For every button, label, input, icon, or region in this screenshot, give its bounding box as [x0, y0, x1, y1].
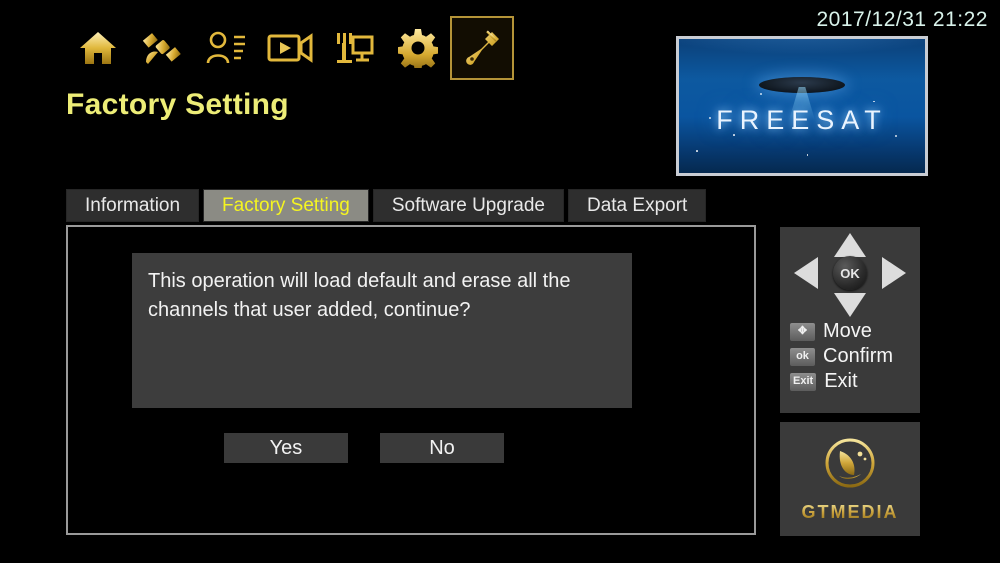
- brand-logo-panel: GTMEDIA: [780, 422, 920, 536]
- brand-name: GTMEDIA: [801, 502, 899, 522]
- nav-satellite[interactable]: [130, 16, 194, 80]
- exit-key-icon: Exit: [790, 372, 817, 391]
- preview-brand-text: FREESAT: [716, 104, 888, 135]
- nav-display[interactable]: [322, 16, 386, 80]
- help-label-confirm: Confirm: [823, 345, 894, 367]
- help-row-move: ✥ Move: [780, 319, 920, 344]
- clock: 2017/12/31 21:22: [816, 8, 988, 31]
- wrench-icon: [462, 29, 502, 67]
- satellite-icon: [142, 28, 182, 68]
- gtmedia-dish-icon: [822, 435, 878, 496]
- tv-settings-screen: 2017/12/31 21:22 Factory Setting FREESAT…: [0, 0, 1000, 563]
- user-list-icon: [205, 29, 247, 67]
- tab-data-export[interactable]: Data Export: [567, 189, 707, 222]
- nav-channel-list[interactable]: [194, 16, 258, 80]
- nav-home[interactable]: [66, 16, 130, 80]
- content-panel: This operation will load default and era…: [66, 225, 756, 535]
- help-label-move: Move: [823, 320, 872, 342]
- tab-factory-setting[interactable]: Factory Setting: [203, 189, 369, 222]
- help-label-exit: Exit: [824, 370, 858, 392]
- remote-help-panel: OK ✥ Move ok Confirm Exit Exit: [780, 227, 920, 413]
- help-row-confirm: ok Confirm: [780, 344, 920, 369]
- main-nav-iconbar: [66, 16, 514, 80]
- nav-settings[interactable]: [386, 16, 450, 80]
- dpad-down-icon[interactable]: [834, 293, 866, 317]
- nav-media[interactable]: [258, 16, 322, 80]
- yes-button[interactable]: Yes: [224, 433, 348, 463]
- help-row-exit: Exit Exit: [780, 369, 920, 394]
- dpad-graphic[interactable]: OK: [780, 227, 920, 319]
- home-icon: [78, 29, 118, 67]
- tab-bar: Information Factory Setting Software Upg…: [66, 189, 707, 222]
- gear-icon: [398, 28, 438, 68]
- video-preview-window[interactable]: FREESAT: [676, 36, 928, 176]
- dpad-left-icon[interactable]: [794, 257, 818, 289]
- tab-software-upgrade[interactable]: Software Upgrade: [372, 189, 564, 222]
- monitor-antenna-icon: [333, 29, 375, 67]
- ok-key-icon: ok: [790, 347, 815, 366]
- page-title: Factory Setting: [66, 88, 289, 121]
- confirmation-message-text: This operation will load default and era…: [148, 270, 571, 321]
- no-button[interactable]: No: [380, 433, 504, 463]
- arrows-key-icon: ✥: [790, 322, 815, 341]
- dpad-up-icon[interactable]: [834, 233, 866, 257]
- confirmation-message-box: This operation will load default and era…: [132, 253, 632, 408]
- dpad-right-icon[interactable]: [882, 257, 906, 289]
- tab-information[interactable]: Information: [66, 189, 200, 222]
- video-camera-icon: [267, 31, 313, 65]
- nav-tools[interactable]: [450, 16, 514, 80]
- dialog-button-row: Yes No: [224, 433, 504, 463]
- ufo-graphic: [759, 76, 845, 93]
- dpad-ok-button[interactable]: OK: [833, 256, 867, 290]
